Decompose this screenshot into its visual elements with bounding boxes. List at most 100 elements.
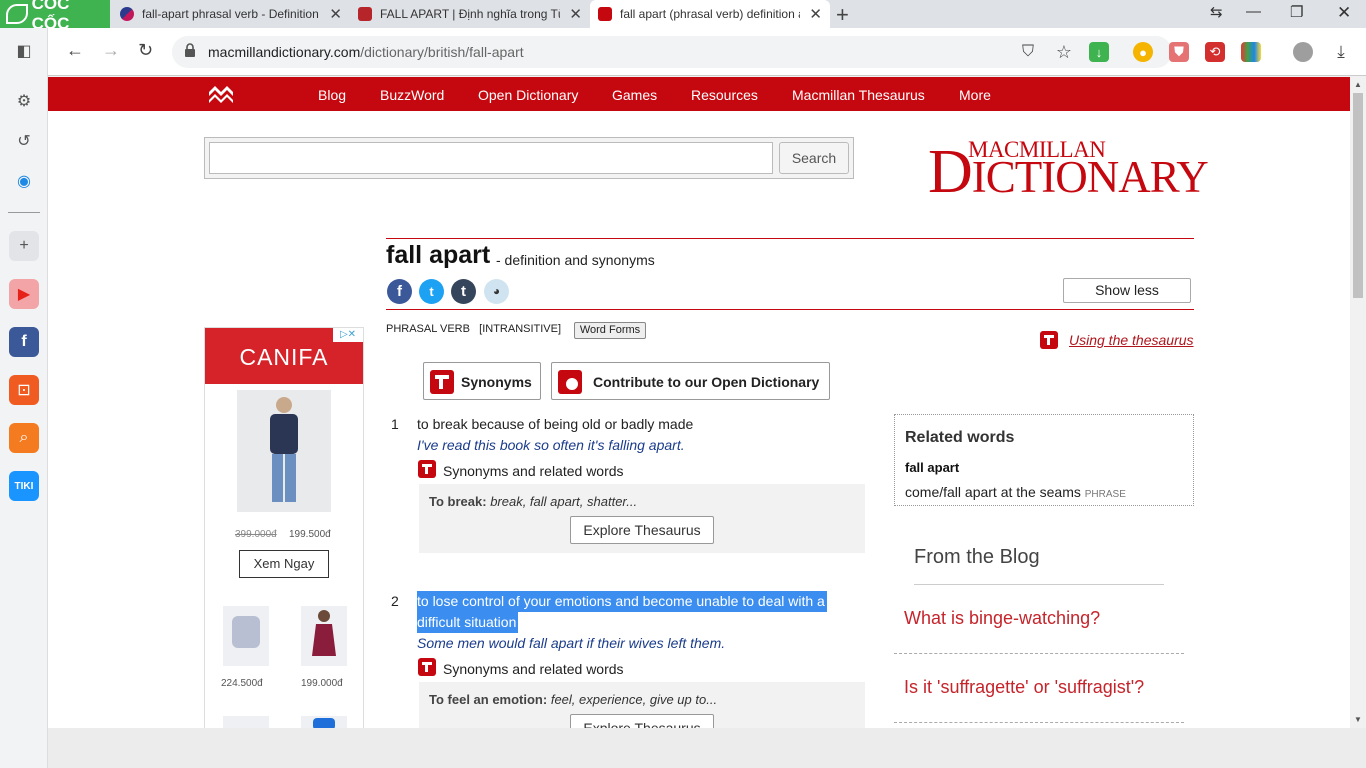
scrollbar-thumb[interactable] xyxy=(1353,93,1363,298)
forward-arrow-icon[interactable]: → xyxy=(102,40,120,61)
thesaurus-icon xyxy=(1040,331,1058,349)
brand-line2: DICTIONARY xyxy=(928,138,1209,206)
sidebar-divider xyxy=(8,212,40,213)
contribute-button[interactable]: Contribute to our Open Dictionary xyxy=(551,362,830,400)
thesaurus-icon xyxy=(418,460,436,478)
synonyms-button[interactable]: Synonyms xyxy=(423,362,541,400)
synonyms-heading: Synonyms and related words xyxy=(443,661,624,677)
page-scrollbar[interactable]: ▲ ▼ xyxy=(1350,77,1366,728)
twitter-share-icon[interactable]: t xyxy=(419,279,444,304)
youtube-icon[interactable]: ▶ xyxy=(9,279,39,309)
search-button[interactable]: Search xyxy=(779,142,849,174)
show-less-button[interactable]: Show less xyxy=(1063,278,1191,303)
profile-avatar[interactable] xyxy=(1293,42,1313,62)
ad-thumb-dress[interactable] xyxy=(301,606,347,666)
shield-icon[interactable]: ⛉ xyxy=(1018,42,1038,62)
sense-number: 1 xyxy=(391,416,399,432)
history-icon[interactable]: ↺ xyxy=(9,126,39,156)
chrome-extension-icon[interactable]: ● xyxy=(1133,42,1153,62)
scroll-up-icon[interactable]: ▲ xyxy=(1354,80,1362,89)
using-thesaurus-link[interactable]: Using the thesaurus xyxy=(1069,332,1194,348)
dictionary-search-input[interactable] xyxy=(209,142,773,174)
restore-icon[interactable]: ❐ xyxy=(1290,3,1303,21)
blog-separator xyxy=(894,653,1184,654)
sense-number: 2 xyxy=(391,593,399,609)
part-of-speech: PHRASAL VERB [INTRANSITIVE] xyxy=(386,323,562,335)
color-extension-icon[interactable] xyxy=(1241,42,1261,62)
tab-1[interactable]: fall-apart phrasal verb - Definition ✕ xyxy=(112,0,350,28)
sense-definition: to break because of being old or badly m… xyxy=(417,416,694,432)
search-app-icon[interactable]: ⌕ xyxy=(9,423,39,453)
facebook-share-icon[interactable]: f xyxy=(387,279,412,304)
explore-thesaurus-button[interactable]: Explore Thesaurus xyxy=(570,714,714,728)
ad-price-2: 224.500đ xyxy=(221,678,263,689)
synonym-list: To break: break, fall apart, shatter... xyxy=(429,494,638,509)
headword: fall apart xyxy=(386,241,491,269)
bottom-bar xyxy=(48,728,1366,768)
sidebar-toggle-icon[interactable]: ◧ xyxy=(9,36,39,66)
bookmark-star-icon[interactable]: ☆ xyxy=(1054,42,1074,62)
scroll-down-icon[interactable]: ▼ xyxy=(1354,715,1362,724)
lock-icon xyxy=(185,43,195,57)
divider-top xyxy=(386,238,1194,239)
thesaurus-icon xyxy=(418,658,436,676)
blog-link[interactable]: What is binge-watching? xyxy=(904,608,1100,629)
add-shortcut-icon[interactable]: + xyxy=(9,231,39,261)
sync-extension-icon[interactable]: ⟲ xyxy=(1205,42,1225,62)
word-forms-button[interactable]: Word Forms xyxy=(574,322,646,339)
tiki-icon[interactable]: TIKI xyxy=(9,471,39,501)
nav-open-dictionary[interactable]: Open Dictionary xyxy=(478,87,578,103)
back-arrow-icon[interactable]: ← xyxy=(66,40,84,61)
messenger-icon[interactable]: ◉ xyxy=(9,166,39,196)
url-text: macmillandictionary.com/dictionary/briti… xyxy=(208,44,524,60)
contribute-button-label: Contribute to our Open Dictionary xyxy=(593,374,820,390)
ad-thumb-sweater[interactable] xyxy=(223,606,269,666)
sense-definition-line1: to lose control of your emotions and bec… xyxy=(417,591,827,612)
macmillan-logo-icon[interactable] xyxy=(208,84,234,104)
nav-games[interactable]: Games xyxy=(612,87,657,103)
close-tab-icon[interactable]: ✕ xyxy=(329,5,342,23)
related-word-link[interactable]: come/fall apart at the seams PHRASE xyxy=(905,484,1126,500)
tab-favicon-icon xyxy=(358,7,372,21)
reddit-share-icon[interactable]: ◕ xyxy=(484,279,509,304)
minimize-icon[interactable]: — xyxy=(1246,3,1261,20)
downloads-icon[interactable]: ⤓ xyxy=(1331,42,1351,62)
nav-more[interactable]: More xyxy=(959,87,991,103)
coccoc-leaf-icon xyxy=(6,4,28,24)
tab-search-icon[interactable]: ⇆ xyxy=(1210,3,1223,21)
site-top-nav: Blog BuzzWord Open Dictionary Games Reso… xyxy=(48,77,1350,111)
ad-product-image[interactable] xyxy=(237,390,331,512)
tumblr-share-icon[interactable]: t xyxy=(451,279,476,304)
close-tab-icon[interactable]: ✕ xyxy=(569,5,582,23)
related-words-title: Related words xyxy=(905,429,1015,446)
ad-thumb-4[interactable] xyxy=(223,716,269,728)
shopee-icon[interactable]: ⊡ xyxy=(9,375,39,405)
blog-divider xyxy=(914,584,1164,585)
nav-blog[interactable]: Blog xyxy=(318,87,346,103)
settings-gear-icon[interactable]: ⚙ xyxy=(9,86,39,116)
new-tab-plus-icon[interactable]: + xyxy=(836,2,849,28)
reload-icon[interactable]: ↻ xyxy=(138,40,153,61)
explore-thesaurus-button[interactable]: Explore Thesaurus xyxy=(570,516,714,544)
advertisement[interactable]: CANIFA ▷✕ 399.000đ 199.500đ Xem Ngay 224… xyxy=(204,327,364,728)
download-extension-icon[interactable]: ↓ xyxy=(1089,42,1109,62)
ad-cta-button[interactable]: Xem Ngay xyxy=(239,550,329,578)
facebook-icon[interactable]: f xyxy=(9,327,39,357)
nav-buzzword[interactable]: BuzzWord xyxy=(380,87,444,103)
nav-macmillan-thesaurus[interactable]: Macmillan Thesaurus xyxy=(792,87,925,103)
nav-resources[interactable]: Resources xyxy=(691,87,758,103)
coccoc-menu-button[interactable]: CỐC CỐC xyxy=(0,0,110,33)
browser-sidebar: ◧ ⚙ ↺ ◉ + ▶ f ⊡ ⌕ TIKI xyxy=(0,28,48,768)
close-window-icon[interactable]: ✕ xyxy=(1337,3,1351,23)
tab-2[interactable]: FALL APART | Định nghĩa trong Từ ✕ xyxy=(350,0,590,28)
adblock-icon[interactable]: ⛊ xyxy=(1169,42,1189,62)
tab-bar: CỐC CỐC fall-apart phrasal verb - Defini… xyxy=(0,0,1366,33)
adchoices-icon[interactable]: ▷✕ xyxy=(333,328,363,342)
ad-thumb-5[interactable] xyxy=(301,716,347,728)
blog-link[interactable]: Is it 'suffragette' or 'suffragist'? xyxy=(904,677,1144,698)
tab-3-active[interactable]: fall apart (phrasal verb) definition a ✕ xyxy=(590,0,830,28)
close-tab-icon[interactable]: ✕ xyxy=(809,5,822,23)
sense-definition-line2: difficult situation xyxy=(417,612,519,633)
open-dictionary-icon xyxy=(558,370,582,394)
synonym-box: To break: break, fall apart, shatter... … xyxy=(419,484,865,553)
